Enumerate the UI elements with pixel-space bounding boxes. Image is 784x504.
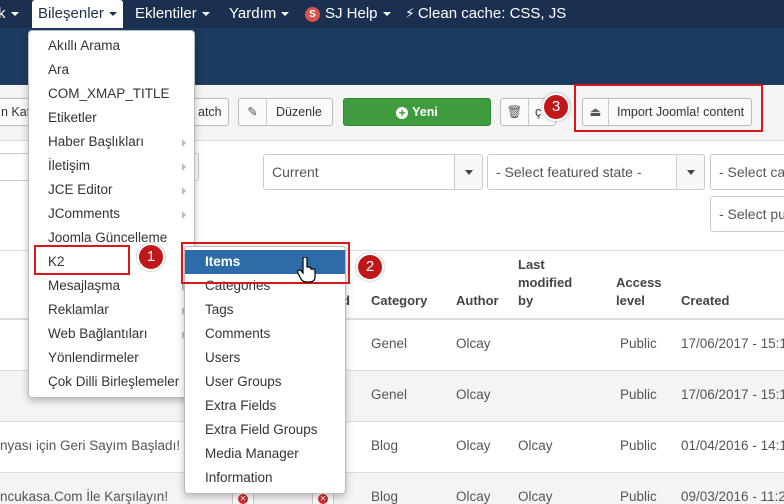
table-row: nyası için Geri Sayım Başladı! Blog Olca… [0,422,784,473]
item-title-link[interactable]: ncukasa.Com İle Karşılayın! [0,489,168,504]
menu-item-jcomments[interactable]: JComments [29,202,194,226]
publish-select[interactable]: - Select pub [710,196,784,232]
created-cell: 01/04/2016 - 14:1 [681,438,784,453]
annotation-badge-2: 2 [356,253,384,281]
modified-by-cell: Olcay [518,438,553,453]
components-menu: Akıllı Arama Ara COM_XMAP_TITLE Etiketle… [28,30,195,398]
nav-item-components[interactable]: Bileşenler [32,0,123,28]
menu-item-contacts[interactable]: İletişim [29,154,194,178]
nav-item-clean-cache[interactable]: ⚡ Clean cache: CSS, JS [405,0,566,28]
menu-item-multilingual[interactable]: Çok Dilli Birleşlemeler [29,370,194,394]
x-circle-icon: ✕ [238,494,248,504]
featured-select[interactable]: - Select featured state - [487,154,705,190]
menu-item-xmap[interactable]: COM_XMAP_TITLE [29,82,194,106]
category-cell[interactable]: Blog [371,489,398,504]
category-cell[interactable]: Blog [371,438,398,453]
sj-logo-icon: S [305,7,320,22]
submenu-item-comments[interactable]: Comments [185,322,345,346]
nav-item-help[interactable]: Yardım [229,0,290,28]
submenu-item-user-groups[interactable]: User Groups [185,370,345,394]
category-cell[interactable]: Genel [371,336,407,351]
submenu-item-information[interactable]: Information [185,466,345,490]
table-row: ncukasa.Com İle Karşılayın! ✕ ✕ Blog Olc… [0,473,784,504]
x-circle-icon: ✕ [318,494,328,504]
menu-item-weblinks[interactable]: Web Bağlantıları [29,322,194,346]
edit-icon: ✎ [239,99,267,125]
caret-down-icon [10,12,19,17]
chevron-down-icon [687,170,695,175]
submenu-item-extra-field-groups[interactable]: Extra Field Groups [185,418,345,442]
bolt-icon: ⚡ [405,5,415,21]
submenu-item-media-manager[interactable]: Media Manager [185,442,345,466]
category-header[interactable]: Category [371,292,427,310]
menu-item-jce[interactable]: JCE Editor [29,178,194,202]
menu-item-search[interactable]: Ara [29,58,194,82]
author-cell[interactable]: Olcay [456,336,491,351]
caret-down-icon [281,12,290,17]
batch-button[interactable]: atch [193,98,229,126]
menu-item-banners[interactable]: Reklamlar [29,298,194,322]
author-cell[interactable]: Olcay [456,489,491,504]
menu-item-redirects[interactable]: Yönlendirmeler [29,346,194,370]
new-button[interactable]: + Yeni [343,98,491,126]
chevron-down-icon [465,170,473,175]
plus-circle-icon: + [396,107,409,119]
author-header[interactable]: Author [456,292,499,310]
chevron-right-icon [182,187,186,195]
menu-item-newsfeeds[interactable]: Haber Başlıkları [29,130,194,154]
modified-by-cell: Olcay [518,489,553,504]
top-navbar: k Bileşenler Eklentiler Yardım S SJ Help … [0,0,784,28]
hand-cursor-icon [297,257,316,283]
access-cell: Public [620,438,657,453]
author-cell[interactable]: Olcay [456,438,491,453]
chevron-right-icon [182,139,186,147]
last-modified-header[interactable]: Last modified by [518,256,572,310]
state-select[interactable]: Current [263,154,483,190]
item-title-link[interactable]: nyası için Geri Sayım Başladı! [0,438,180,453]
submenu-item-users[interactable]: Users [185,346,345,370]
caret-down-icon [382,12,391,17]
annotation-box-import [574,84,763,132]
annotation-badge-3: 3 [542,93,570,121]
menu-item-smart-search[interactable]: Akıllı Arama [29,34,194,58]
annotation-badge-1: 1 [137,243,165,271]
access-cell: Public [620,336,657,351]
chevron-right-icon [182,163,186,171]
category-select[interactable]: - Select cat [710,154,784,190]
created-cell: 17/06/2017 - 15:1 [681,336,784,351]
trash-icon: 🗑 [501,99,529,125]
access-cell: Public [620,387,657,402]
created-header[interactable]: Created [681,292,729,310]
caret-down-icon [201,12,210,17]
annotation-box-k2 [34,245,130,275]
caret-down-icon [108,12,117,17]
created-cell: 17/06/2017 - 15:1 [681,387,784,402]
chevron-right-icon [182,211,186,219]
menu-item-tags[interactable]: Etiketler [29,106,194,130]
access-cell: Public [620,489,657,504]
submenu-item-tags[interactable]: Tags [185,298,345,322]
menu-item-messaging[interactable]: Mesajlaşma [29,274,194,298]
nav-item-partial[interactable]: k [0,0,19,28]
submenu-item-extra-fields[interactable]: Extra Fields [185,394,345,418]
created-cell: 09/03/2016 - 11:2 [681,489,784,504]
access-header[interactable]: Access level [616,274,662,310]
nav-item-sj-help[interactable]: S SJ Help [305,0,391,28]
edit-button[interactable]: ✎ Düzenle [238,98,333,126]
annotation-box-items [181,242,350,284]
category-cell[interactable]: Genel [371,387,407,402]
author-cell[interactable]: Olcay [456,387,491,402]
nav-item-extensions[interactable]: Eklentiler [135,0,210,28]
